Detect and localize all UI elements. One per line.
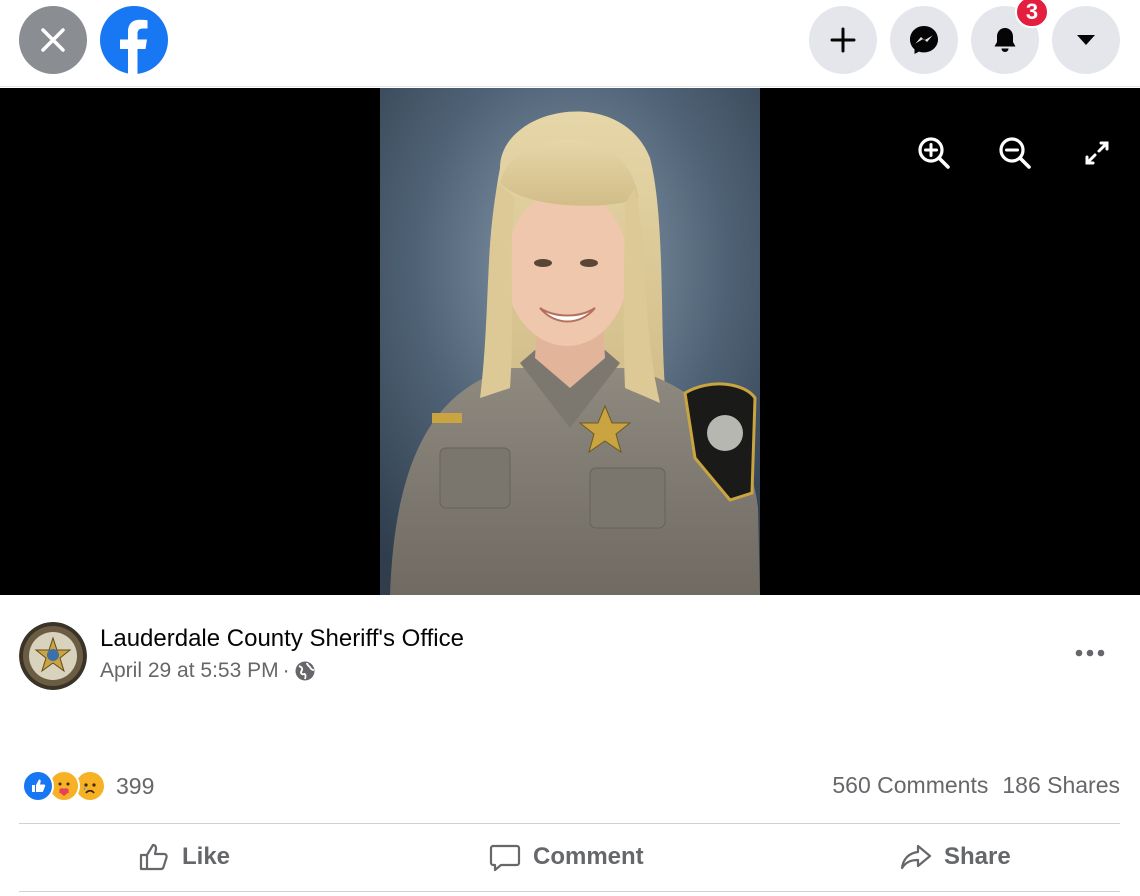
zoom-out-icon	[999, 137, 1031, 169]
close-icon	[41, 28, 65, 52]
post-options-button[interactable]	[1068, 635, 1112, 671]
like-button[interactable]: Like	[138, 837, 230, 877]
comment-label: Comment	[533, 843, 644, 870]
like-icon	[139, 843, 168, 871]
like-reaction-icon	[22, 770, 54, 802]
messenger-icon	[910, 26, 938, 54]
globe-icon	[295, 661, 315, 681]
zoom-out-button[interactable]	[990, 128, 1040, 178]
comments-count-link[interactable]: 560 Comments	[832, 772, 988, 799]
post-stats: 560 Comments 186 Shares	[832, 772, 1120, 799]
fullscreen-icon	[1085, 141, 1109, 165]
facebook-logo[interactable]	[100, 6, 168, 74]
share-label: Share	[944, 843, 1011, 870]
account-menu-button[interactable]	[1052, 6, 1120, 74]
post-details: Lauderdale County Sheriff's Office April…	[0, 595, 1140, 896]
zoom-in-icon	[918, 137, 950, 169]
reaction-count: 399	[116, 772, 155, 799]
sheriff-seal-logo	[19, 622, 87, 690]
share-button[interactable]: Share	[900, 837, 1011, 877]
action-bar-bottom-divider	[19, 891, 1120, 892]
close-button[interactable]	[19, 6, 87, 74]
shares-count-link[interactable]: 186 Shares	[1002, 772, 1120, 799]
more-dots-icon	[1075, 649, 1105, 657]
messenger-button[interactable]	[890, 6, 958, 74]
bell-icon	[994, 28, 1016, 52]
action-bar-top-divider	[19, 823, 1120, 824]
notification-badge: 3	[1015, 0, 1049, 28]
zoom-in-button[interactable]	[909, 128, 959, 178]
top-bar: 3	[0, 0, 1140, 87]
create-button[interactable]	[809, 6, 877, 74]
comment-button[interactable]: Comment	[489, 837, 644, 877]
post-meta: April 29 at 5:53 PM ·	[100, 659, 316, 683]
post-timestamp[interactable]: April 29 at 5:53 PM	[100, 659, 279, 683]
share-icon	[900, 844, 932, 870]
facebook-f-icon	[120, 19, 148, 74]
reactions-summary[interactable]: 399	[22, 770, 154, 802]
photo-viewer	[0, 88, 1140, 595]
post-photo[interactable]	[380, 88, 760, 595]
meta-separator: ·	[282, 659, 290, 682]
plus-icon	[830, 27, 856, 53]
comment-icon	[489, 844, 521, 872]
page-name-link[interactable]: Lauderdale County Sheriff's Office	[100, 625, 464, 653]
fullscreen-button[interactable]	[1072, 128, 1122, 178]
page-avatar[interactable]	[19, 622, 87, 690]
like-label: Like	[182, 843, 231, 870]
caret-down-icon	[1077, 35, 1095, 45]
